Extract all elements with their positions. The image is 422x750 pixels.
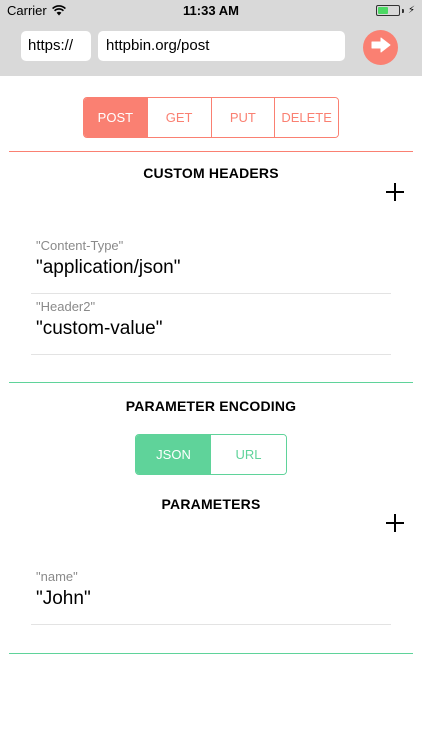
method-get-button[interactable]: GET	[146, 98, 211, 137]
arrow-right-icon	[371, 37, 391, 58]
custom-headers-title: CUSTOM HEADERS	[143, 165, 279, 181]
url-field[interactable]: httpbin.org/post	[98, 31, 345, 61]
parameter-encoding-title: PARAMETER ENCODING	[125, 398, 297, 414]
header-key: "Header2"	[36, 299, 96, 314]
header-value: "custom-value"	[36, 318, 163, 339]
row-separator	[31, 293, 391, 294]
method-delete-button[interactable]: DELETE	[274, 98, 338, 137]
parameters-title: PARAMETERS	[161, 496, 261, 512]
parameter-row[interactable]: "name" "John"	[36, 569, 391, 610]
battery-icon: ⚡	[375, 5, 415, 16]
encoding-json-button[interactable]: JSON	[136, 435, 211, 474]
parameter-encoding-selector: JSON URL	[135, 434, 287, 475]
charging-bolt-icon: ⚡	[407, 5, 415, 16]
header-key: "Content-Type"	[36, 238, 124, 253]
section-divider	[9, 151, 413, 152]
section-divider	[9, 653, 413, 654]
http-method-selector: POST GET PUT DELETE	[83, 97, 339, 138]
add-header-button[interactable]	[386, 183, 404, 201]
section-divider	[9, 382, 413, 383]
method-post-button[interactable]: POST	[84, 98, 147, 137]
header-row[interactable]: "Content-Type" "application/json"	[36, 238, 391, 279]
header-value: "application/json"	[36, 257, 181, 278]
add-parameter-button[interactable]	[386, 514, 404, 532]
scheme-field[interactable]: https://	[21, 31, 91, 61]
navigation-bar: Carrier 11:33 AM ⚡ https:// httpbin.org/…	[0, 0, 422, 76]
send-request-button[interactable]	[363, 30, 398, 65]
row-separator	[31, 624, 391, 625]
parameter-value: "John"	[36, 588, 91, 609]
row-separator	[31, 354, 391, 355]
header-row[interactable]: "Header2" "custom-value"	[36, 299, 391, 340]
clock: 11:33 AM	[183, 3, 239, 18]
parameter-key: "name"	[36, 569, 78, 584]
encoding-url-button[interactable]: URL	[211, 435, 286, 474]
method-put-button[interactable]: PUT	[210, 98, 275, 137]
status-bar: Carrier 11:33 AM ⚡	[0, 0, 422, 22]
